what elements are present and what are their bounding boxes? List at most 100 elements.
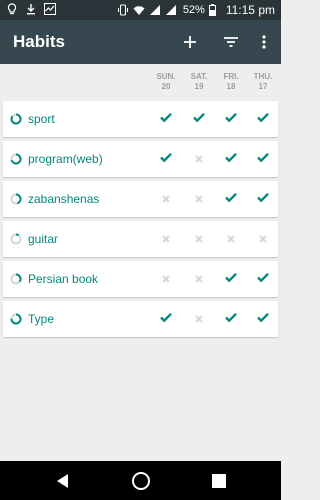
habit-score-ring-icon bbox=[10, 273, 22, 285]
bulb-icon bbox=[7, 3, 17, 15]
check-cell[interactable] bbox=[216, 270, 246, 288]
check-cell[interactable] bbox=[248, 310, 278, 328]
day-column-header: SAT. 19 bbox=[184, 72, 214, 92]
unchecked-cell[interactable] bbox=[184, 150, 214, 168]
habit-row[interactable]: program(web) bbox=[3, 141, 278, 177]
day-number: 17 bbox=[258, 82, 268, 91]
navigation-bar bbox=[0, 461, 281, 500]
day-name: SAT. bbox=[190, 72, 208, 81]
check-icon bbox=[193, 112, 205, 123]
back-icon bbox=[57, 474, 68, 488]
check-icon bbox=[257, 192, 269, 203]
cross-icon bbox=[195, 195, 203, 203]
day-number: 20 bbox=[161, 82, 171, 91]
habit-score-ring-icon bbox=[10, 193, 22, 205]
day-column-header: THU. 17 bbox=[248, 72, 278, 92]
wifi-icon bbox=[133, 6, 145, 15]
activity-icon bbox=[44, 3, 56, 15]
check-icon bbox=[225, 192, 237, 203]
page-title: Habits bbox=[13, 32, 65, 51]
check-icon bbox=[225, 272, 237, 283]
day-column-header: SUN. 20 bbox=[151, 72, 181, 92]
habit-row[interactable]: Type bbox=[3, 301, 278, 337]
habit-name: Persian book bbox=[28, 272, 99, 286]
cross-icon bbox=[195, 275, 203, 283]
habit-score-ring-icon bbox=[10, 113, 22, 125]
check-icon bbox=[257, 112, 269, 123]
filter-button[interactable] bbox=[219, 30, 243, 54]
day-name: FRI. bbox=[223, 72, 239, 81]
cross-icon bbox=[259, 235, 267, 243]
cross-icon bbox=[195, 235, 203, 243]
unchecked-cell[interactable] bbox=[216, 230, 246, 248]
add-icon bbox=[184, 36, 196, 48]
check-icon bbox=[257, 152, 269, 163]
unchecked-cell[interactable] bbox=[151, 230, 181, 248]
check-cell[interactable] bbox=[151, 110, 181, 128]
day-header: SUN. 20 SAT. 19 FRI. 18 THU. 17 bbox=[0, 64, 281, 100]
check-cell[interactable] bbox=[248, 110, 278, 128]
filter-icon bbox=[224, 37, 238, 47]
battery-icon bbox=[208, 4, 216, 16]
check-cell[interactable] bbox=[216, 110, 246, 128]
signal-icon bbox=[149, 5, 160, 15]
day-number: 18 bbox=[226, 82, 236, 91]
unchecked-cell[interactable] bbox=[184, 310, 214, 328]
habit-score-ring-icon bbox=[10, 233, 22, 245]
habit-row[interactable]: sport bbox=[3, 101, 278, 137]
clock: 11:15 pm bbox=[225, 3, 275, 17]
check-icon bbox=[257, 312, 269, 323]
cross-icon bbox=[227, 235, 235, 243]
check-icon bbox=[225, 152, 237, 163]
signal-icon bbox=[165, 5, 176, 15]
unchecked-cell[interactable] bbox=[184, 270, 214, 288]
cross-icon bbox=[162, 275, 170, 283]
status-left bbox=[6, 3, 56, 15]
check-icon bbox=[160, 112, 172, 123]
app-bar: Habits bbox=[0, 20, 281, 64]
cross-icon bbox=[195, 315, 203, 323]
habit-name: Type bbox=[28, 312, 55, 326]
unchecked-cell[interactable] bbox=[184, 190, 214, 208]
day-name: SUN. bbox=[156, 72, 176, 81]
status-right: 52% 11:15 pm bbox=[117, 3, 275, 17]
check-cell[interactable] bbox=[248, 270, 278, 288]
habit-score-ring-icon bbox=[10, 313, 22, 325]
overflow-menu-button[interactable] bbox=[252, 30, 276, 54]
habit-score-ring-icon bbox=[10, 153, 22, 165]
check-cell[interactable] bbox=[151, 150, 181, 168]
check-cell[interactable] bbox=[248, 190, 278, 208]
vibrate-icon bbox=[117, 4, 128, 16]
check-cell[interactable] bbox=[151, 310, 181, 328]
check-cell[interactable] bbox=[216, 150, 246, 168]
habit-name: guitar bbox=[28, 232, 59, 246]
check-cell[interactable] bbox=[184, 110, 214, 128]
check-cell[interactable] bbox=[216, 190, 246, 208]
habit-name: sport bbox=[28, 112, 55, 126]
habit-row[interactable]: zabanshenas bbox=[3, 181, 278, 217]
check-cell[interactable] bbox=[248, 150, 278, 168]
status-bar: 52% 11:15 pm bbox=[0, 0, 281, 20]
check-icon bbox=[225, 312, 237, 323]
back-button[interactable] bbox=[52, 470, 74, 492]
habit-row[interactable]: guitar bbox=[3, 221, 278, 257]
unchecked-cell[interactable] bbox=[151, 190, 181, 208]
habit-row[interactable]: Persian book bbox=[3, 261, 278, 297]
recents-button[interactable] bbox=[208, 470, 230, 492]
check-icon bbox=[160, 152, 172, 163]
cross-icon bbox=[162, 195, 170, 203]
battery-percent: 52% bbox=[182, 4, 205, 16]
unchecked-cell[interactable] bbox=[151, 270, 181, 288]
unchecked-cell[interactable] bbox=[248, 230, 278, 248]
download-icon bbox=[27, 4, 35, 15]
home-icon bbox=[132, 472, 150, 490]
check-icon bbox=[225, 112, 237, 123]
cross-icon bbox=[162, 235, 170, 243]
unchecked-cell[interactable] bbox=[184, 230, 214, 248]
add-habit-button[interactable] bbox=[178, 30, 202, 54]
check-cell[interactable] bbox=[216, 310, 246, 328]
day-name: THU. bbox=[253, 72, 273, 81]
day-number: 19 bbox=[194, 82, 204, 91]
overflow-menu-icon bbox=[262, 35, 266, 49]
home-button[interactable] bbox=[130, 470, 152, 492]
